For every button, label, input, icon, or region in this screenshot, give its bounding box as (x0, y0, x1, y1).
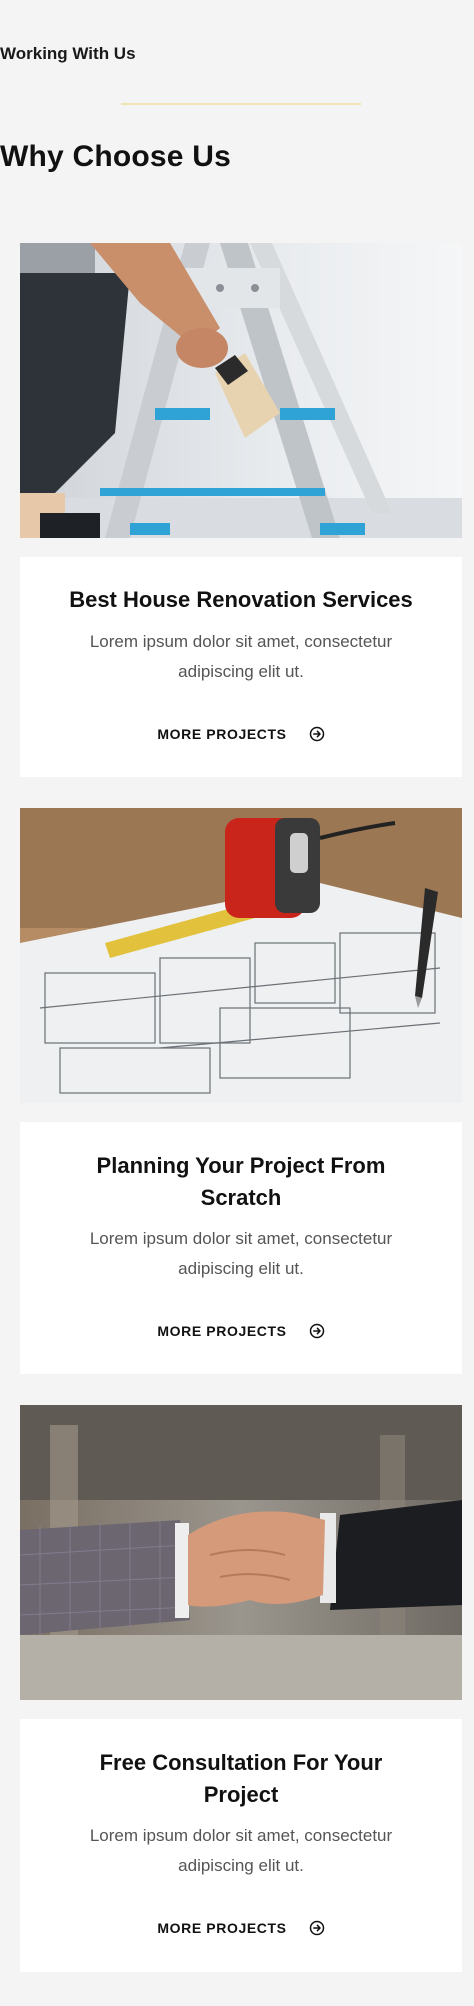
card-title-line: Free Consultation For Your (99, 1750, 383, 1775)
card-description-line: adipiscing elit ut. (178, 1259, 304, 1278)
arrow-circle-right-icon (309, 726, 324, 742)
more-projects-label: MORE PROJECTS (157, 726, 287, 742)
more-projects-link[interactable]: MORE PROJECTS (20, 1319, 462, 1343)
more-projects-label: MORE PROJECTS (157, 1323, 287, 1339)
card-body: Planning Your Project From Scratch Lorem… (20, 1122, 462, 1374)
more-projects-label: MORE PROJECTS (157, 1920, 287, 1936)
card-title-line: Project (203, 1782, 279, 1807)
card-description: Lorem ipsum dolor sit amet, consectetur … (60, 1821, 422, 1881)
card-description-line: adipiscing elit ut. (178, 662, 304, 681)
section-title: Why Choose Us (0, 140, 231, 173)
card-title: Planning Your Project From Scratch (50, 1150, 432, 1214)
card-title-line: Best House Renovation Services (69, 587, 413, 612)
card-title: Free Consultation For Your Project (50, 1747, 432, 1811)
page: Working With Us Why Choose Us Best House… (0, 0, 474, 2006)
card-description: Lorem ipsum dolor sit amet, consectetur … (60, 627, 422, 687)
more-projects-link[interactable]: MORE PROJECTS (20, 1916, 462, 1940)
card-image-painter (20, 243, 462, 538)
card-title-line: Planning Your Project From (96, 1153, 386, 1178)
card-title-line: Scratch (200, 1185, 282, 1210)
card-image-handshake (20, 1405, 462, 1700)
card-description-line: Lorem ipsum dolor sit amet, consectetur (89, 1229, 393, 1248)
card-title: Best House Renovation Services (50, 584, 432, 616)
card-description-line: Lorem ipsum dolor sit amet, consectetur (89, 632, 393, 651)
card-description-line: Lorem ipsum dolor sit amet, consectetur (89, 1826, 393, 1845)
more-projects-link[interactable]: MORE PROJECTS (20, 722, 462, 746)
card-image-blueprint (20, 808, 462, 1103)
card-body: Best House Renovation Services Lorem ips… (20, 557, 462, 777)
card-description-line: adipiscing elit ut. (178, 1856, 304, 1875)
accent-divider (121, 103, 361, 105)
card-description: Lorem ipsum dolor sit amet, consectetur … (60, 1224, 422, 1284)
arrow-circle-right-icon (309, 1323, 324, 1339)
section-eyebrow: Working With Us (0, 44, 136, 63)
arrow-circle-right-icon (309, 1920, 324, 1936)
card-body: Free Consultation For Your Project Lorem… (20, 1719, 462, 1972)
